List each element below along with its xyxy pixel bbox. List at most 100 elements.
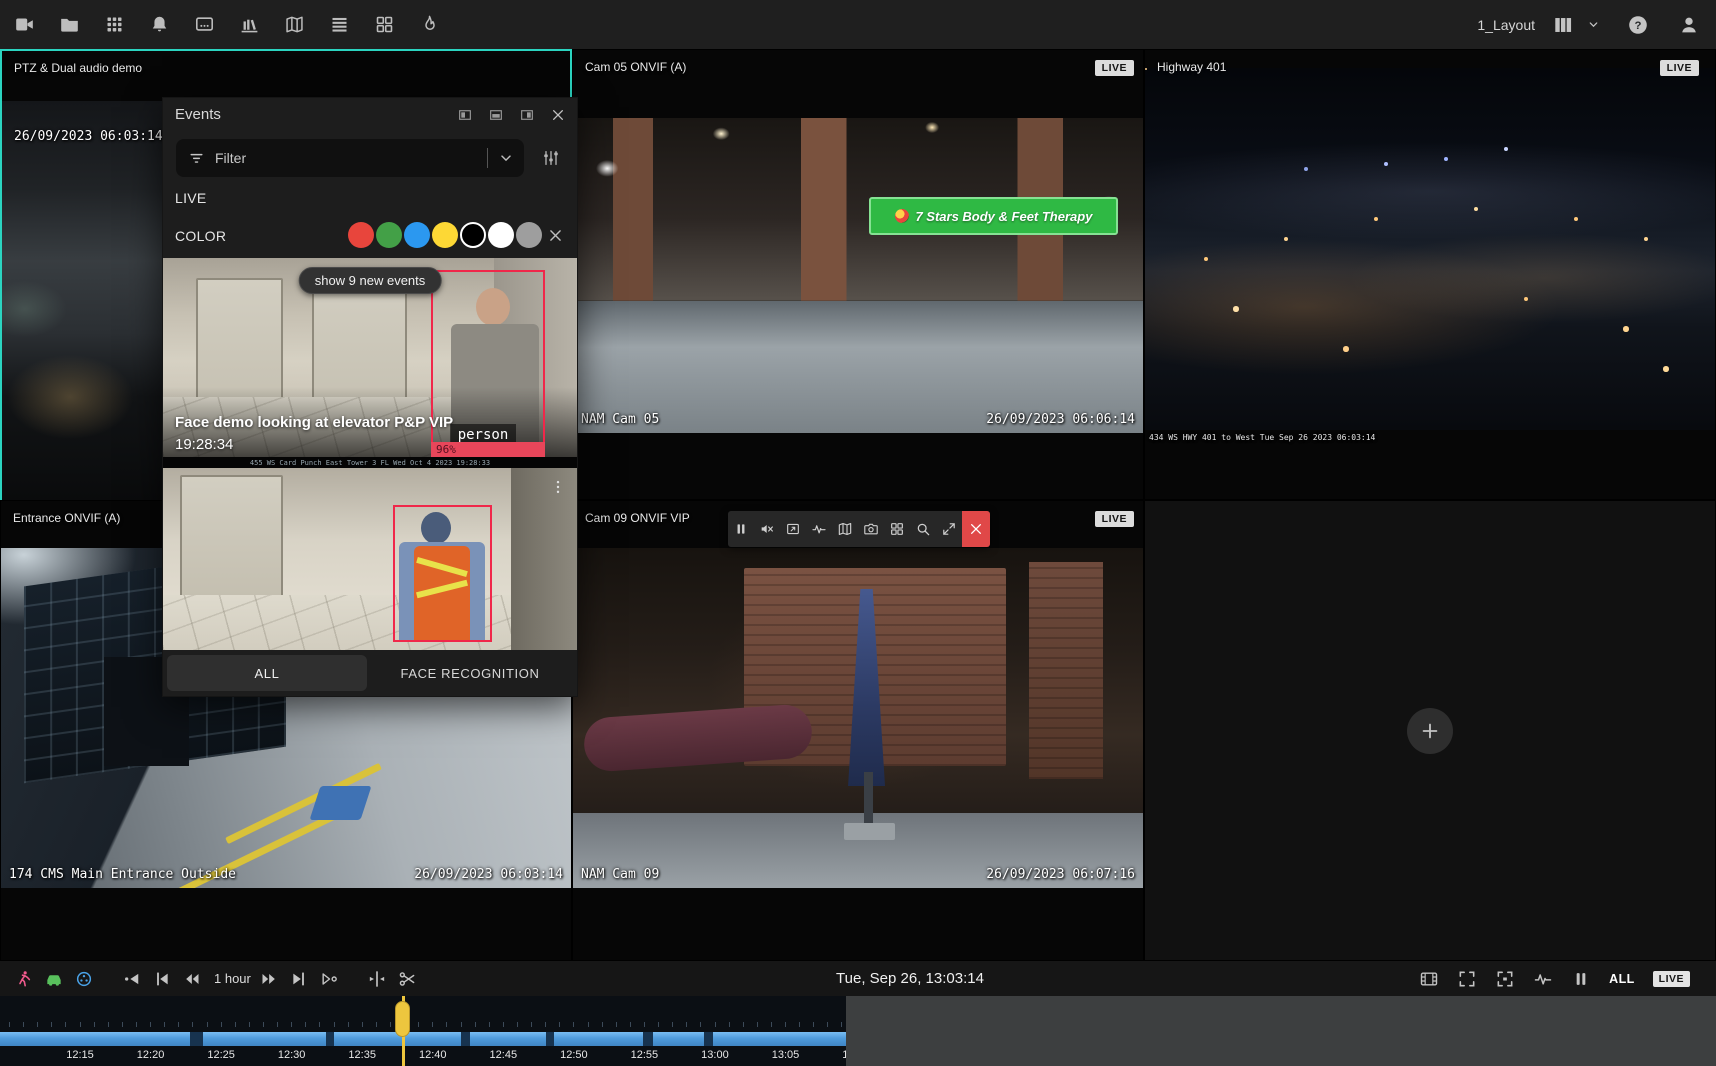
previous-frame-icon[interactable]	[152, 969, 172, 989]
show-new-events-button[interactable]: show 9 new events	[299, 267, 442, 294]
events-panel-tabs: ALL FACE RECOGNITION	[163, 650, 577, 696]
bell-icon[interactable]	[149, 14, 170, 35]
event-camera-osd-text: 455 WS Card Punch East Tower 3 FL Wed Oc…	[250, 459, 490, 467]
event-card[interactable]	[163, 468, 577, 650]
live-mode-badge[interactable]: LIVE	[1653, 971, 1690, 987]
umbrella-base	[844, 823, 895, 840]
sign-logo	[895, 209, 909, 223]
close-panel-icon[interactable]	[550, 107, 566, 123]
camera-tile-cam09[interactable]: NAM Cam 09 26/09/2023 06:07:16 Cam 09 ON…	[572, 500, 1144, 961]
event-card[interactable]: person 96% Face demo looking at elevator…	[163, 258, 577, 457]
video-camera-icon[interactable]	[14, 14, 35, 35]
map-icon[interactable]	[832, 511, 858, 547]
pause-all-icon[interactable]	[1571, 969, 1591, 989]
camera-toolbar	[728, 511, 990, 547]
camera-name-label: PTZ & Dual audio demo	[14, 61, 142, 75]
storefront-sign: 7 Stars Body & Feet Therapy	[869, 197, 1118, 236]
activity-icon[interactable]	[1533, 969, 1553, 989]
expand-icon[interactable]	[936, 511, 962, 547]
all-cameras-label[interactable]: ALL	[1609, 972, 1635, 986]
library-icon[interactable]	[239, 14, 260, 35]
timeline-tick-label: 12:30	[278, 1049, 306, 1061]
help-icon[interactable]: ?	[1627, 14, 1649, 36]
snapshot-icon[interactable]	[858, 511, 884, 547]
filter-placeholder: Filter	[215, 150, 487, 166]
timeline-view-icon[interactable]	[1419, 969, 1439, 989]
timeline-tick-label: 12:25	[207, 1049, 235, 1061]
brick-pillar	[1029, 562, 1103, 780]
camera-tile-cam05[interactable]: 7 Stars Body & Feet Therapy NAM Cam 05 2…	[572, 49, 1144, 500]
empty-tile[interactable]	[1144, 500, 1716, 961]
play-to-icon[interactable]	[319, 969, 339, 989]
pause-icon[interactable]	[728, 511, 754, 547]
color-swatch[interactable]	[376, 222, 402, 248]
layout-grid-icon[interactable]	[1552, 14, 1574, 36]
video-osd-burned: 434 WS HWY 401 to West Tue Sep 26 2023 0…	[1149, 433, 1375, 442]
color-swatch[interactable]	[516, 222, 542, 248]
flame-icon[interactable]	[419, 14, 440, 35]
events-panel-header: Events	[163, 98, 577, 132]
dock-left-icon[interactable]	[457, 107, 473, 123]
event-snapshot	[163, 468, 577, 650]
color-swatch[interactable]	[404, 222, 430, 248]
dock-right-icon[interactable]	[519, 107, 535, 123]
folder-icon[interactable]	[59, 14, 80, 35]
card-reader-icon[interactable]	[194, 14, 215, 35]
filter-settings-icon[interactable]	[541, 148, 561, 168]
vehicle-icon[interactable]	[44, 969, 64, 989]
color-swatch[interactable]	[348, 222, 374, 248]
dashboard-icon[interactable]	[374, 14, 395, 35]
dashboard-icon[interactable]	[884, 511, 910, 547]
camera-name-label: Cam 09 ONVIF VIP	[585, 511, 690, 525]
mute-icon[interactable]	[754, 511, 780, 547]
timeline-tick-label: 12:20	[137, 1049, 165, 1061]
color-swatches	[348, 222, 542, 248]
clear-color-filter-icon[interactable]	[547, 227, 564, 244]
fast-forward-icon[interactable]	[259, 969, 279, 989]
card-menu-icon[interactable]	[549, 478, 567, 496]
events-panel: Events Filter LIVE COLOR	[162, 97, 578, 697]
next-frame-icon[interactable]	[289, 969, 309, 989]
rewind-icon[interactable]	[182, 969, 202, 989]
fullscreen-icon[interactable]	[1457, 969, 1477, 989]
color-filter-label: COLOR	[175, 228, 226, 244]
fit-frame-icon[interactable]	[780, 511, 806, 547]
timeline-playhead[interactable]	[395, 1001, 410, 1037]
camera-tile-highway401[interactable]: 434 WS HWY 401 to West Tue Sep 26 2023 0…	[1144, 49, 1716, 500]
add-camera-button[interactable]	[1407, 708, 1453, 754]
jump-start-icon[interactable]	[122, 969, 142, 989]
user-profile-icon[interactable]	[1678, 14, 1700, 36]
event-time: 19:28:34	[175, 436, 233, 453]
detection-bounding-box	[393, 505, 492, 642]
live-section-label: LIVE	[175, 190, 207, 206]
walking-person-icon[interactable]	[14, 969, 34, 989]
camera-toolbar-icons	[728, 511, 962, 547]
playback-speed-label[interactable]: 1 hour	[214, 971, 251, 986]
tab-all[interactable]: ALL	[167, 655, 367, 691]
tab-face-recognition[interactable]: FACE RECOGNITION	[367, 655, 573, 691]
map-icon[interactable]	[284, 14, 305, 35]
timeline-future-region	[846, 996, 1716, 1066]
camera-video-highway	[1145, 68, 1715, 430]
chevron-down-icon[interactable]	[1587, 18, 1600, 31]
video-osd-name: NAM Cam 09	[581, 867, 659, 882]
close-camera-button[interactable]	[962, 511, 990, 547]
color-swatch[interactable]	[460, 222, 486, 248]
center-playhead-icon[interactable]	[367, 969, 387, 989]
camera-name-label: Entrance ONVIF (A)	[13, 511, 120, 525]
color-swatch[interactable]	[488, 222, 514, 248]
video-osd-timestamp: 26/09/2023 06:03:14	[414, 867, 563, 882]
rows-icon[interactable]	[329, 14, 350, 35]
export-clip-icon[interactable]	[397, 969, 417, 989]
color-swatch[interactable]	[432, 222, 458, 248]
fit-screen-icon[interactable]	[1495, 969, 1515, 989]
events-filter-input[interactable]: Filter	[176, 139, 524, 177]
chevron-down-icon[interactable]	[498, 150, 514, 166]
pulse-icon[interactable]	[806, 511, 832, 547]
dock-bottom-icon[interactable]	[488, 107, 504, 123]
search-icon[interactable]	[910, 511, 936, 547]
apps-grid-icon[interactable]	[104, 14, 125, 35]
layout-name-label[interactable]: 1_Layout	[1477, 17, 1535, 33]
current-datetime-label: Tue, Sep 26, 13:03:14	[836, 961, 984, 996]
appearance-search-icon[interactable]	[74, 969, 94, 989]
